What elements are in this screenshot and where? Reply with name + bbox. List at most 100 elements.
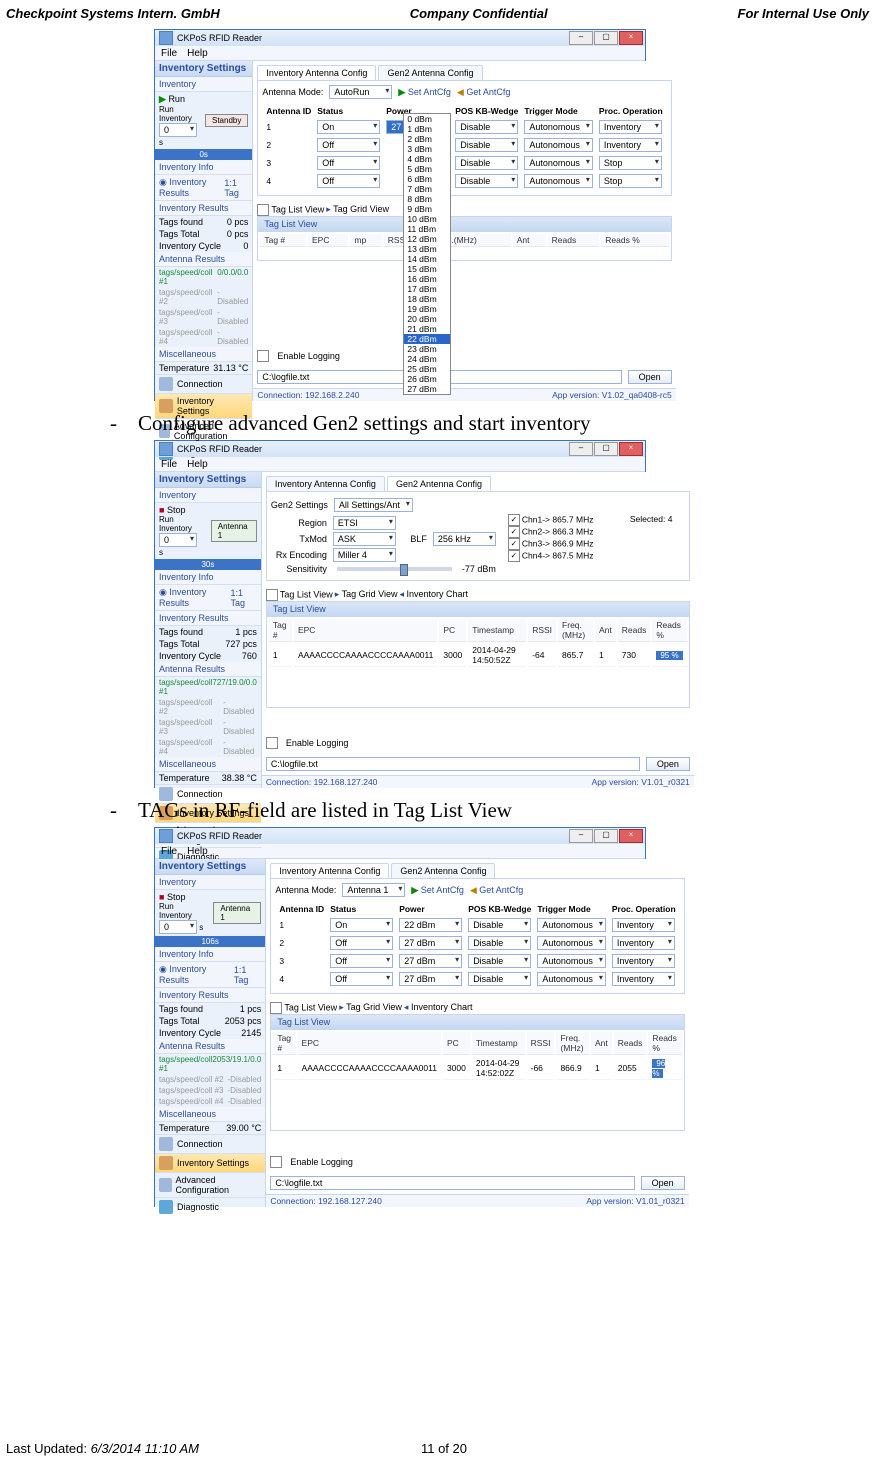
tab-inventory-antenna-config[interactable]: Inventory Antenna Config xyxy=(270,863,389,878)
power-option[interactable]: 22 dBm xyxy=(404,334,450,344)
tag-count-tab[interactable]: 1:1 Tag xyxy=(224,178,248,198)
power-option[interactable]: 7 dBm xyxy=(404,184,450,194)
menu-help[interactable]: Help xyxy=(187,48,208,59)
run-count[interactable]: 0 xyxy=(159,123,197,137)
tab-inventory-antenna-config[interactable]: Inventory Antenna Config xyxy=(257,65,376,80)
maximize-button[interactable]: ▢ xyxy=(594,442,618,456)
power-option[interactable]: 11 dBm xyxy=(404,224,450,234)
rxenc-combo[interactable]: Miller 4 xyxy=(333,548,396,562)
tlv-radio[interactable] xyxy=(270,1002,282,1014)
tlv-radio[interactable] xyxy=(257,204,269,216)
power-option[interactable]: 26 dBm xyxy=(404,374,450,384)
power-option[interactable]: 5 dBm xyxy=(404,164,450,174)
chn1-check[interactable] xyxy=(508,514,520,526)
ich-tab[interactable]: Inventory Chart xyxy=(407,589,469,599)
open-button[interactable]: Open xyxy=(646,757,690,771)
chn4-check[interactable] xyxy=(508,550,520,562)
ich-tab[interactable]: Inventory Chart xyxy=(411,1002,473,1012)
enable-logging-check[interactable] xyxy=(266,737,278,749)
power-option[interactable]: 14 dBm xyxy=(404,254,450,264)
inv-results-tab[interactable]: Inventory Results xyxy=(159,177,206,198)
run-count[interactable]: 0 xyxy=(159,920,197,934)
antenna-mode-combo[interactable]: AutoRun xyxy=(329,85,392,99)
power-option[interactable]: 17 dBm xyxy=(404,284,450,294)
txmod-combo[interactable]: ASK xyxy=(333,532,396,546)
titlebar[interactable]: CKPoS RFID Reader –▢× xyxy=(155,441,645,457)
get-antcfg-link[interactable]: ◀ Get AntCfg xyxy=(457,87,510,98)
sensitivity-slider[interactable] xyxy=(337,567,452,571)
power-option[interactable]: 8 dBm xyxy=(404,194,450,204)
enable-logging-check[interactable] xyxy=(257,350,269,362)
tgv-tab[interactable]: Tag Grid View xyxy=(333,204,389,214)
close-button[interactable]: × xyxy=(619,442,643,456)
menu-file[interactable]: File xyxy=(161,846,177,857)
nav-diagnostic[interactable]: Diagnostic xyxy=(155,1197,265,1216)
tgv-tab[interactable]: Tag Grid View xyxy=(346,1002,402,1012)
run-label[interactable]: Run xyxy=(168,94,185,104)
maximize-button[interactable]: ▢ xyxy=(594,31,618,45)
antenna-mode-combo[interactable]: Antenna 1 xyxy=(342,883,405,897)
open-button[interactable]: Open xyxy=(641,1176,685,1190)
power-option[interactable]: 0 dBm xyxy=(404,114,450,124)
open-button[interactable]: Open xyxy=(628,370,672,384)
region-combo[interactable]: ETSI xyxy=(333,516,396,530)
gen2-settings-combo[interactable]: All Settings/Ant xyxy=(334,498,413,512)
power-option[interactable]: 25 dBm xyxy=(404,364,450,374)
power-option[interactable]: 2 dBm xyxy=(404,134,450,144)
power-dropdown[interactable]: 0 dBm1 dBm2 dBm3 dBm4 dBm5 dBm6 dBm7 dBm… xyxy=(403,113,451,395)
power-option[interactable]: 4 dBm xyxy=(404,154,450,164)
power-option[interactable]: 3 dBm xyxy=(404,144,450,154)
power-option[interactable]: 20 dBm xyxy=(404,314,450,324)
nav-connection[interactable]: Connection xyxy=(155,374,252,393)
minimize-button[interactable]: – xyxy=(569,31,593,45)
chn2-check[interactable] xyxy=(508,526,520,538)
menu-file[interactable]: File xyxy=(161,459,177,470)
stop-label[interactable]: Stop xyxy=(167,892,186,902)
titlebar[interactable]: CKPoS RFID Reader –▢× xyxy=(155,828,645,844)
power-option[interactable]: 24 dBm xyxy=(404,354,450,364)
maximize-button[interactable]: ▢ xyxy=(594,829,618,843)
power-option[interactable]: 18 dBm xyxy=(404,294,450,304)
nav-inventory-settings[interactable]: Inventory Settings xyxy=(155,1153,265,1172)
status-combo[interactable]: On xyxy=(317,120,380,134)
set-antcfg-link[interactable]: ▶ Set AntCfg xyxy=(411,885,463,896)
trig-combo[interactable]: Autonomous xyxy=(524,120,593,134)
kb-combo[interactable]: Disable xyxy=(455,120,518,134)
close-button[interactable]: × xyxy=(619,829,643,843)
power-option[interactable]: 15 dBm xyxy=(404,264,450,274)
power-option[interactable]: 16 dBm xyxy=(404,274,450,284)
log-path-input[interactable]: C:\logfile.txt xyxy=(270,1176,634,1190)
power-option[interactable]: 21 dBm xyxy=(404,324,450,334)
set-antcfg-link[interactable]: ▶ Set AntCfg xyxy=(398,87,450,98)
stop-label[interactable]: Stop xyxy=(167,505,186,515)
run-count[interactable]: 0 xyxy=(159,533,197,547)
menu-help[interactable]: Help xyxy=(187,459,208,470)
enable-logging-check[interactable] xyxy=(270,1156,282,1168)
power-option[interactable]: 23 dBm xyxy=(404,344,450,354)
power-option[interactable]: 6 dBm xyxy=(404,174,450,184)
close-button[interactable]: × xyxy=(619,31,643,45)
nav-connection[interactable]: Connection xyxy=(155,1134,265,1153)
tlv-radio[interactable] xyxy=(266,589,278,601)
minimize-button[interactable]: – xyxy=(569,829,593,843)
minimize-button[interactable]: – xyxy=(569,442,593,456)
nav-advanced-config[interactable]: Advanced Configuration xyxy=(155,1172,265,1197)
chn3-check[interactable] xyxy=(508,538,520,550)
power-option[interactable]: 9 dBm xyxy=(404,204,450,214)
power-option[interactable]: 27 dBm xyxy=(404,384,450,394)
tab-inventory-antenna-config[interactable]: Inventory Antenna Config xyxy=(266,476,385,491)
power-option[interactable]: 1 dBm xyxy=(404,124,450,134)
tab-gen2-antenna-config[interactable]: Gen2 Antenna Config xyxy=(378,65,482,80)
tab-gen2-antenna-config[interactable]: Gen2 Antenna Config xyxy=(387,476,491,491)
blf-combo[interactable]: 256 kHz xyxy=(433,532,496,546)
op-combo[interactable]: Inventory xyxy=(599,120,662,134)
titlebar[interactable]: CKPoS RFID Reader – ▢ × xyxy=(155,30,645,46)
menu-file[interactable]: File xyxy=(161,48,177,59)
power-option[interactable]: 13 dBm xyxy=(404,244,450,254)
tgv-tab[interactable]: Tag Grid View xyxy=(342,589,398,599)
log-path-input[interactable]: C:\logfile.txt xyxy=(266,757,640,771)
power-option[interactable]: 12 dBm xyxy=(404,234,450,244)
menu-help[interactable]: Help xyxy=(187,846,208,857)
power-option[interactable]: 10 dBm xyxy=(404,214,450,224)
get-antcfg-link[interactable]: ◀ Get AntCfg xyxy=(470,885,523,896)
